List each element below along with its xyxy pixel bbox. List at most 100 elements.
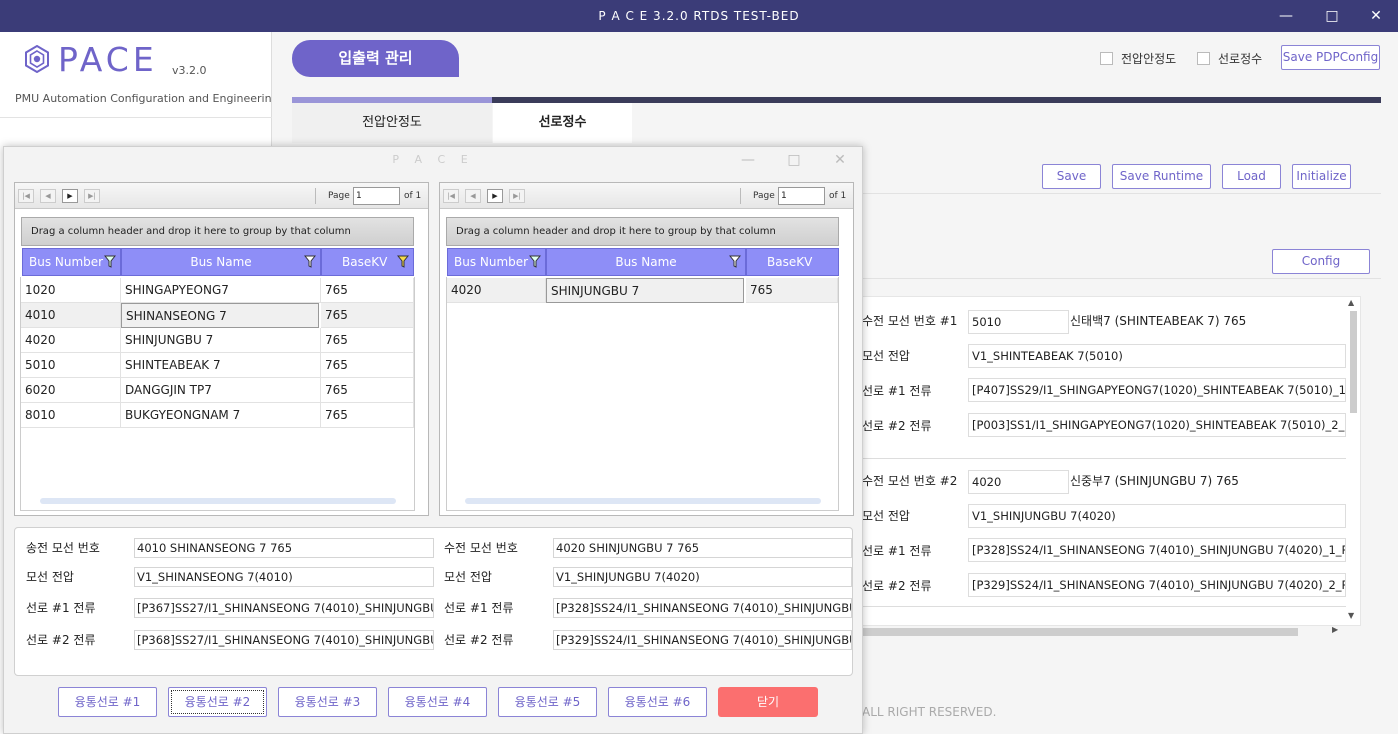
recv-bus-2-line2-input[interactable]: [P329]SS24/I1_SHINANSEONG 7(4010)_SHINJU… (968, 573, 1346, 597)
checkbox-box[interactable] (1197, 51, 1210, 65)
cell-bus-name[interactable]: SHINTEABEAK 7 (121, 353, 321, 378)
cell-basekv[interactable]: 765 (321, 328, 414, 353)
group-by-bar[interactable]: Drag a column header and drop it here to… (446, 217, 839, 246)
cell-bus-name[interactable]: SHINJUNGBU 7 (546, 278, 744, 303)
recv-bus-1-line1-input[interactable]: [P407]SS29/I1_SHINGAPYEONG7(1020)_SHINTE… (968, 378, 1346, 402)
column-header-label: Bus Number (29, 255, 104, 269)
checkbox-voltage-stability[interactable]: 전압안정도 (1100, 48, 1176, 68)
horizontal-scrollbar-thumb[interactable] (860, 628, 1298, 636)
send-line1-input[interactable]: [P367]SS27/I1_SHINANSEONG 7(4010)_SHINJU… (134, 598, 434, 618)
recv-bus-input[interactable]: 4020 SHINJUNGBU 7 765 (553, 538, 852, 558)
column-header-basekv[interactable]: BaseKV (746, 248, 839, 276)
save-runtime-button[interactable]: Save Runtime (1112, 164, 1211, 189)
scroll-down-icon[interactable]: ▼ (1348, 611, 1358, 621)
cell-basekv[interactable]: 765 (746, 278, 838, 303)
cell-bus-number[interactable]: 1020 (21, 278, 121, 303)
filter-icon[interactable] (104, 255, 116, 268)
column-header-bus-number[interactable]: Bus Number (447, 248, 546, 276)
scroll-up-icon[interactable]: ▲ (1348, 298, 1358, 308)
send-voltage-input[interactable]: V1_SHINANSEONG 7(4010) (134, 567, 434, 587)
cell-bus-number[interactable]: 5010 (21, 353, 121, 378)
tie-line-6-button[interactable]: 융통선로 #6 (608, 687, 707, 717)
load-button[interactable]: Load (1222, 164, 1281, 189)
recv-bus-1-voltage-label: 모선 전압 (862, 349, 910, 363)
cell-bus-name[interactable]: SHINJUNGBU 7 (121, 328, 321, 353)
divider (856, 278, 1381, 279)
last-page-icon[interactable]: ▶| (84, 189, 100, 203)
dialog-maximize-icon[interactable]: □ (784, 150, 804, 170)
column-header-basekv[interactable]: BaseKV (321, 248, 414, 276)
filter-icon[interactable] (304, 255, 316, 268)
maximize-icon[interactable]: □ (1322, 6, 1342, 26)
filter-icon[interactable] (729, 255, 741, 268)
first-page-icon[interactable]: |◀ (18, 189, 34, 203)
recv-bus-2-input[interactable]: 4020 (968, 470, 1069, 494)
cell-bus-name[interactable]: DANGGJIN TP7 (121, 378, 321, 403)
page-input[interactable]: 1 (353, 187, 400, 205)
dialog-minimize-icon[interactable]: — (738, 150, 758, 170)
initialize-button[interactable]: Initialize (1292, 164, 1351, 189)
cell-basekv[interactable]: 765 (321, 303, 414, 328)
cell-basekv[interactable]: 765 (321, 278, 414, 303)
cell-bus-name[interactable]: BUKGYEONGNAM 7 (121, 403, 321, 428)
tie-line-3-button[interactable]: 융통선로 #3 (278, 687, 377, 717)
close-window-icon[interactable]: ✕ (1366, 6, 1386, 26)
send-line2-input[interactable]: [P368]SS27/I1_SHINANSEONG 7(4010)_SHINJU… (134, 630, 434, 650)
save-pdpconfig-button[interactable]: Save PDPConfig (1281, 45, 1380, 70)
tab-voltage-stability[interactable]: 전압안정도 (292, 103, 492, 143)
cell-basekv[interactable]: 765 (321, 353, 414, 378)
checkbox-label: 전압안정도 (1121, 51, 1177, 66)
filter-icon[interactable] (397, 255, 409, 268)
cell-bus-name[interactable]: SHINANSEONG 7 (121, 303, 319, 328)
prev-page-icon[interactable]: ◀ (40, 189, 56, 203)
next-page-icon[interactable]: ▶ (62, 189, 78, 203)
tie-line-1-button[interactable]: 융통선로 #1 (58, 687, 157, 717)
vertical-scrollbar-thumb[interactable] (1350, 311, 1357, 413)
cell-bus-number[interactable]: 4010 (21, 303, 121, 328)
column-header-bus-number[interactable]: Bus Number (22, 248, 121, 276)
minimize-icon[interactable]: — (1276, 6, 1296, 26)
recv-bus-1-voltage-input[interactable]: V1_SHINTEABEAK 7(5010) (968, 344, 1346, 368)
pace-logo-icon (25, 45, 49, 73)
column-header-bus-name[interactable]: Bus Name (546, 248, 746, 276)
first-page-icon[interactable]: |◀ (443, 189, 459, 203)
recv-bus-2-line1-input[interactable]: [P328]SS24/I1_SHINANSEONG 7(4010)_SHINJU… (968, 538, 1346, 562)
left-grid-hscrollbar[interactable] (40, 498, 396, 504)
close-button[interactable]: 닫기 (718, 687, 818, 717)
cell-bus-number[interactable]: 6020 (21, 378, 121, 403)
tie-line-2-button[interactable]: 융통선로 #2 (168, 687, 267, 717)
tie-line-4-button[interactable]: 융통선로 #4 (388, 687, 487, 717)
cell-basekv[interactable]: 765 (321, 403, 414, 428)
tab-line-constant[interactable]: 선로정수 (493, 103, 632, 143)
prev-page-icon[interactable]: ◀ (465, 189, 481, 203)
checkbox-line-constant[interactable]: 선로정수 (1197, 48, 1262, 68)
cell-bus-number[interactable]: 4020 (21, 328, 121, 353)
group-by-bar[interactable]: Drag a column header and drop it here to… (21, 217, 414, 246)
column-header-bus-name[interactable]: Bus Name (121, 248, 321, 276)
right-grid-hscrollbar[interactable] (465, 498, 821, 504)
recv-bus-2-line1-label: 선로 #1 전류 (862, 544, 932, 558)
send-bus-input[interactable]: 4010 SHINANSEONG 7 765 (134, 538, 434, 558)
recv-bus-1-line2-input[interactable]: [P003]SS1/I1_SHINGAPYEONG7(1020)_SHINTEA… (968, 413, 1346, 437)
recv-line1-input[interactable]: [P328]SS24/I1_SHINANSEONG 7(4010)_SHINJU… (553, 598, 852, 618)
recv-voltage-input[interactable]: V1_SHINJUNGBU 7(4020) (553, 567, 852, 587)
recv-line2-input[interactable]: [P329]SS24/I1_SHINANSEONG 7(4010)_SHINJU… (553, 630, 852, 650)
recv-line1-label: 선로 #1 전류 (444, 601, 514, 615)
page-input[interactable]: 1 (778, 187, 825, 205)
cell-basekv[interactable]: 765 (321, 378, 414, 403)
cell-bus-number[interactable]: 8010 (21, 403, 121, 428)
checkbox-box[interactable] (1100, 51, 1113, 65)
dialog-close-icon[interactable]: ✕ (830, 150, 850, 170)
save-button[interactable]: Save (1042, 164, 1101, 189)
cell-bus-number[interactable]: 4020 (447, 278, 546, 303)
filter-icon[interactable] (529, 255, 541, 268)
last-page-icon[interactable]: ▶| (509, 189, 525, 203)
tie-line-5-button[interactable]: 융통선로 #5 (498, 687, 597, 717)
recv-bus-1-input[interactable]: 5010 (968, 310, 1069, 334)
scroll-right-icon[interactable]: ▶ (1332, 625, 1342, 635)
config-button[interactable]: Config (1272, 249, 1370, 274)
menu-pill-io-management[interactable]: 입출력 관리 (292, 40, 459, 77)
next-page-icon[interactable]: ▶ (487, 189, 503, 203)
cell-bus-name[interactable]: SHINGAPYEONG7 (121, 278, 321, 303)
recv-bus-2-voltage-input[interactable]: V1_SHINJUNGBU 7(4020) (968, 504, 1346, 528)
